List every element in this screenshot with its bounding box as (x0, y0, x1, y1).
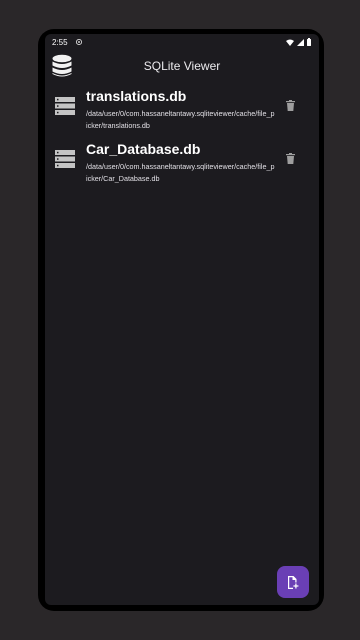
status-time: 2:55 (52, 38, 68, 47)
storage-icon (55, 150, 75, 168)
status-bar: 2:55 (45, 34, 319, 52)
delete-button[interactable] (283, 98, 297, 112)
delete-icon (285, 152, 295, 164)
add-database-fab[interactable] (277, 566, 309, 598)
app-screen: 2:55 SQLite Viewer translations.db /data… (45, 34, 319, 605)
add-file-icon (288, 575, 299, 589)
status-icons (286, 38, 311, 46)
app-title: SQLite Viewer (143, 59, 221, 73)
delete-button[interactable] (283, 151, 297, 165)
database-list: translations.db /data/user/0/com.hassane… (45, 84, 319, 190)
database-path: /data/user/0/com.hassaneltantawy.sqlitev… (86, 162, 275, 183)
battery-icon (307, 38, 311, 46)
notification-icon (76, 39, 82, 45)
signal-icon (297, 38, 304, 46)
list-item-database[interactable]: Car_Database.db /data/user/0/com.hassane… (45, 137, 319, 190)
database-name: Car_Database.db (86, 141, 201, 157)
delete-icon (285, 99, 295, 111)
database-path: /data/user/0/com.hassaneltantawy.sqlitev… (86, 109, 275, 130)
list-item-database[interactable]: translations.db /data/user/0/com.hassane… (45, 84, 319, 137)
database-name: translations.db (86, 88, 187, 104)
app-bar: SQLite Viewer (45, 52, 319, 80)
wifi-icon (286, 39, 294, 46)
storage-icon (55, 97, 75, 115)
